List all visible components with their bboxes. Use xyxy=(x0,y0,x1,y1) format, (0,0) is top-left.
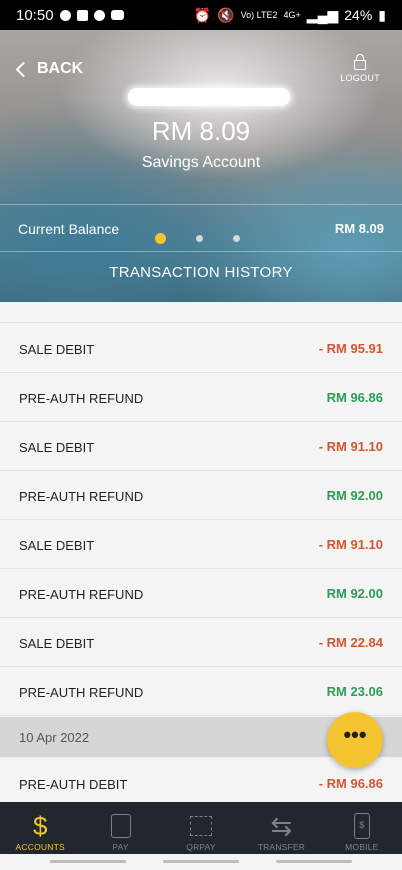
transaction-amount: - RM 91.10 xyxy=(318,439,383,454)
system-gesture-bar xyxy=(0,854,402,870)
redacted-account-number xyxy=(128,88,290,106)
transaction-description: SALE DEBIT xyxy=(19,538,95,553)
page-indicator xyxy=(155,233,240,244)
status-time: 10:50 xyxy=(16,6,54,24)
nav-mobile[interactable]: $ MOBILE xyxy=(322,802,402,854)
transaction-description: PRE-AUTH DEBIT xyxy=(19,777,128,792)
network-label: Vo) LTE2 xyxy=(240,9,278,20)
table-row[interactable]: SALE DEBIT - RM 22.84 xyxy=(0,618,402,667)
gesture-pill[interactable] xyxy=(163,860,239,863)
transaction-amount: - RM 22.84 xyxy=(318,635,383,650)
message-icon xyxy=(76,9,88,21)
transaction-amount: RM 23.06 xyxy=(326,684,383,699)
page-dot-2[interactable] xyxy=(196,235,203,242)
dollar-icon: $ xyxy=(32,810,48,841)
current-balance-value: RM 8.09 xyxy=(334,221,384,236)
transaction-amount: - RM 96.86 xyxy=(318,776,383,791)
logout-button[interactable]: LOGOUT xyxy=(340,54,380,83)
bottom-navigation: $ ACCOUNTS PAY QRPAY ⇆ TRANSFER $ MOBILE xyxy=(0,802,402,854)
signal-icon: ▂▄▆ xyxy=(306,6,339,23)
nav-label: TRANSFER xyxy=(257,842,306,852)
more-options-button[interactable]: ••• xyxy=(327,712,383,768)
account-type: Savings Account xyxy=(141,154,261,171)
alarm-icon: ⏰ xyxy=(193,6,212,23)
nav-pay[interactable]: PAY xyxy=(80,802,160,854)
transaction-amount: RM 92.00 xyxy=(326,586,383,601)
transaction-amount: - RM 95.91 xyxy=(318,341,383,356)
page-dot-3[interactable] xyxy=(233,235,240,242)
signal-type: 4G+ xyxy=(283,9,301,20)
transaction-history-title: TRANSACTION HISTORY xyxy=(109,264,293,281)
status-right: ⏰ 🔇 Vo) LTE2 4G+ ▂▄▆ 24% ▮ xyxy=(194,7,386,24)
account-header: BACK LOGOUT RM 8.09 Savings Account Curr… xyxy=(0,30,402,302)
gesture-pill[interactable] xyxy=(276,860,352,863)
table-row[interactable]: PRE-AUTH REFUND RM 23.06 xyxy=(0,667,402,716)
transfer-icon: ⇆ xyxy=(270,810,293,841)
transaction-amount: RM 96.86 xyxy=(326,390,383,405)
current-balance-row: Current Balance RM 8.09 xyxy=(0,204,402,252)
status-bar: 10:50 ⏰ 🔇 Vo) LTE2 4G+ ▂▄▆ 24% ▮ xyxy=(0,0,402,30)
qr-icon xyxy=(190,816,213,836)
messenger-icon xyxy=(93,9,105,21)
page-dot-1[interactable] xyxy=(155,233,166,244)
transaction-description: SALE DEBIT xyxy=(19,636,95,651)
nav-label: MOBILE xyxy=(345,842,379,852)
current-balance-label: Current Balance xyxy=(18,221,120,237)
youtube-icon xyxy=(110,10,124,20)
gesture-pill[interactable] xyxy=(50,860,126,863)
nav-label: ACCOUNTS xyxy=(15,842,65,852)
table-row[interactable]: SALE DEBIT - RM 91.10 xyxy=(0,422,402,471)
battery-level: 24% xyxy=(344,7,373,23)
chat-icon xyxy=(59,9,71,21)
table-row[interactable]: PRE-AUTH DEBIT - RM 96.86 xyxy=(0,759,402,802)
table-row[interactable]: PRE-AUTH REFUND RM 92.00 xyxy=(0,471,402,520)
back-label: BACK xyxy=(37,60,84,77)
nav-accounts[interactable]: $ ACCOUNTS xyxy=(0,802,80,854)
table-row[interactable]: SALE DEBIT - RM 91.10 xyxy=(0,520,402,569)
table-row[interactable]: PRE-AUTH REFUND RM 96.86 xyxy=(0,373,402,422)
nav-qrpay[interactable]: QRPAY xyxy=(161,802,241,854)
transaction-description: PRE-AUTH REFUND xyxy=(19,685,144,700)
account-balance: RM 8.09 xyxy=(151,116,251,146)
nav-label: QRPAY xyxy=(186,842,216,852)
back-button[interactable]: BACK xyxy=(15,60,84,78)
table-row[interactable]: SALE DEBIT - RM 95.91 xyxy=(0,324,402,373)
nav-transfer[interactable]: ⇆ TRANSFER xyxy=(241,802,321,854)
logout-label: LOGOUT xyxy=(340,73,380,83)
bill-icon xyxy=(110,814,131,838)
mute-icon: 🔇 xyxy=(217,6,235,23)
chevron-left-icon xyxy=(15,61,32,77)
transaction-description: PRE-AUTH REFUND xyxy=(19,587,144,602)
transaction-description: PRE-AUTH REFUND xyxy=(19,391,144,406)
transaction-description: PRE-AUTH REFUND xyxy=(19,489,144,504)
mobile-icon: $ xyxy=(353,813,370,839)
transaction-description: SALE DEBIT xyxy=(19,440,95,455)
table-row-partial[interactable] xyxy=(0,302,402,323)
transaction-amount: RM 92.00 xyxy=(326,488,383,503)
date-group-label: 10 Apr 2022 xyxy=(19,730,90,745)
battery-icon: ▮ xyxy=(378,6,386,23)
status-left: 10:50 xyxy=(16,7,124,24)
nav-label: PAY xyxy=(112,842,129,852)
transaction-description: SALE DEBIT xyxy=(19,342,95,357)
table-row[interactable]: PRE-AUTH REFUND RM 92.00 xyxy=(0,569,402,618)
transaction-amount: - RM 91.10 xyxy=(318,537,383,552)
lock-icon xyxy=(354,54,367,70)
